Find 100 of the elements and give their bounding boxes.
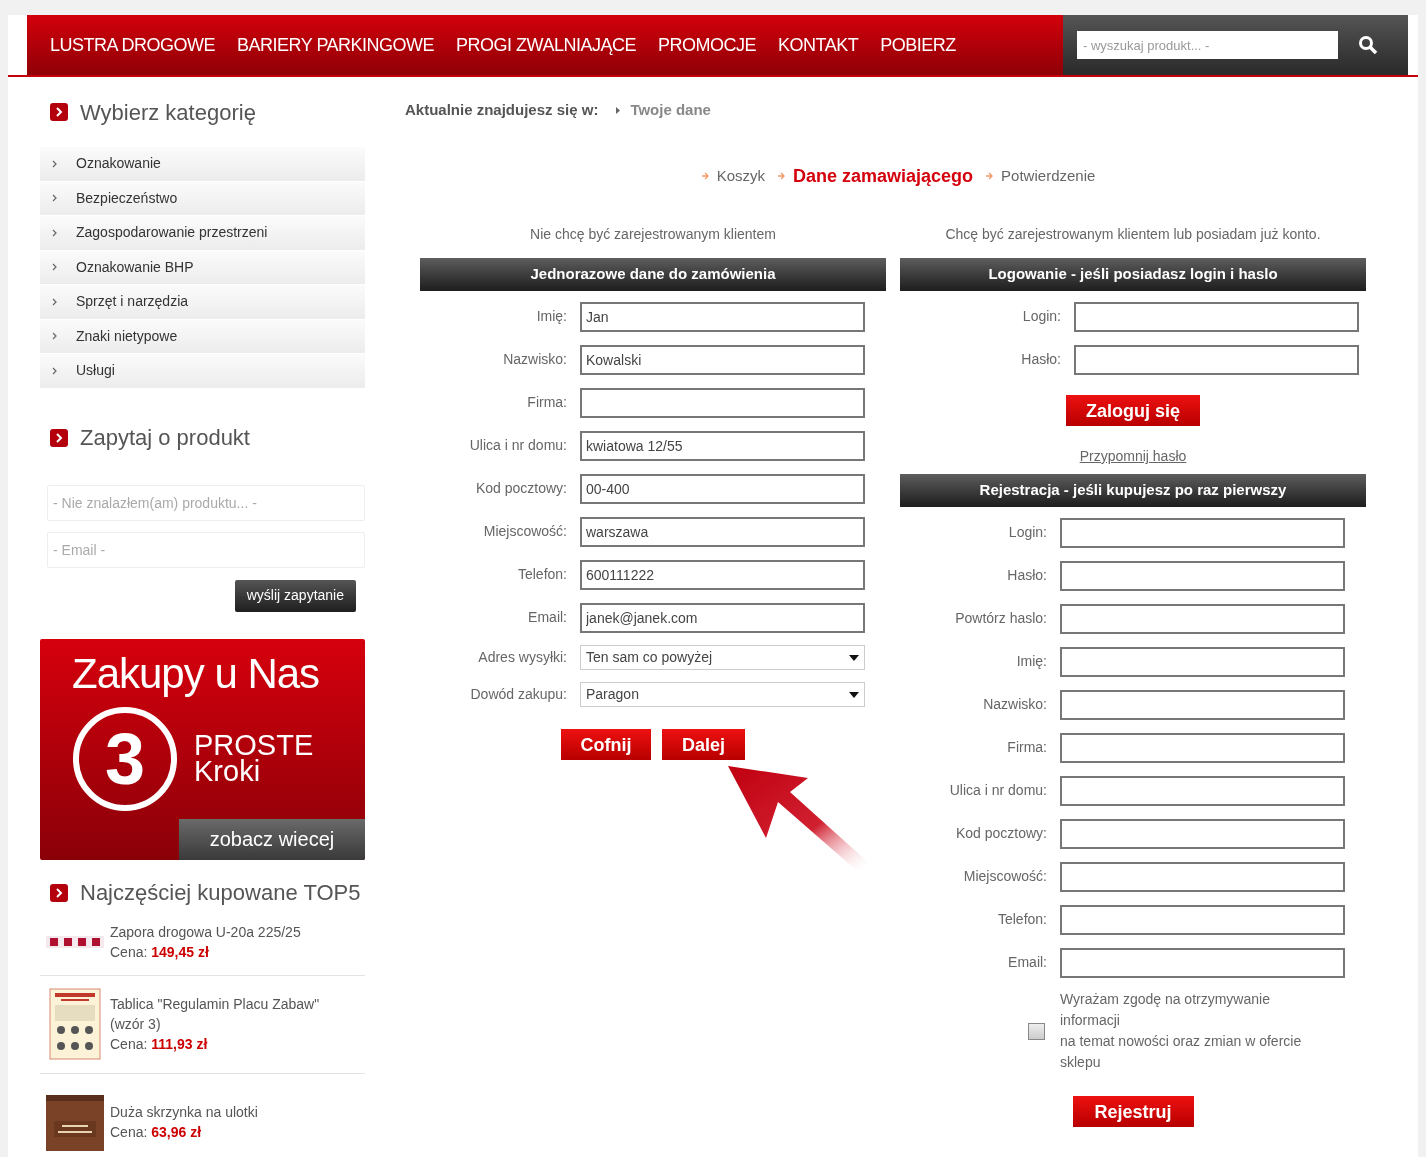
input-field[interactable] bbox=[1060, 904, 1345, 935]
more-button[interactable]: zobacz wiecej bbox=[179, 818, 365, 860]
input-field[interactable] bbox=[1060, 775, 1345, 806]
field-label: Miejscowość: bbox=[482, 522, 568, 541]
category-item[interactable]: Znaki nietypowe bbox=[40, 319, 365, 353]
input-field[interactable]: 00-400 bbox=[580, 473, 865, 504]
input-field[interactable] bbox=[1074, 301, 1359, 332]
input-field[interactable]: warszawa bbox=[580, 516, 865, 547]
option-text: Nie chcę być zarejestrowanym klientem bbox=[530, 225, 776, 244]
field-label: Powtórz haslo: bbox=[954, 609, 1048, 628]
field-label: Email: bbox=[1007, 953, 1048, 972]
input-field[interactable]: 600111222 bbox=[580, 559, 865, 590]
product-price: Cena: 63,96 zł bbox=[110, 1123, 203, 1142]
input-field[interactable]: Jan bbox=[580, 301, 865, 332]
field-label: Ulica i nr domu: bbox=[468, 436, 568, 455]
field-label: Telefon: bbox=[996, 910, 1048, 929]
category-item[interactable]: Zagospodarowanie przestrzeni bbox=[40, 216, 365, 250]
chevron-icon bbox=[52, 194, 57, 203]
field-label: Nazwisko: bbox=[982, 695, 1048, 714]
input-field[interactable] bbox=[1060, 517, 1345, 548]
breadcrumb-label: Aktualnie znajdujesz się w: bbox=[405, 99, 599, 120]
chevron-icon bbox=[616, 106, 621, 114]
promo-banner[interactable]: Zakupy u Nas 3 PROSTE Kroki zobacz wiecej bbox=[40, 638, 365, 860]
category-item[interactable]: Usługi bbox=[40, 354, 365, 388]
step-arrow-icon bbox=[777, 172, 785, 180]
field-label: Kod pocztowy: bbox=[954, 824, 1048, 843]
input-field[interactable] bbox=[1060, 603, 1345, 634]
banner-title: Zakupy u Nas bbox=[72, 652, 320, 695]
arrow-square-icon bbox=[50, 883, 68, 902]
chevron-icon bbox=[52, 366, 57, 375]
search-icon[interactable] bbox=[1358, 35, 1378, 55]
section-header: Logowanie - jeśli posiadasz login i haslo bbox=[900, 258, 1366, 291]
input-field[interactable] bbox=[1060, 861, 1345, 892]
option-text: Chcę być zarejestrowanym klientem lub posiadam już konto. bbox=[945, 225, 1321, 244]
nav-link[interactable]: PROMOCJE bbox=[657, 31, 756, 59]
field-label: Imię: bbox=[535, 307, 568, 326]
nav-link[interactable]: LUSTRA DROGOWE bbox=[50, 31, 216, 59]
action-button[interactable]: Dalej bbox=[662, 729, 745, 760]
chevron-icon bbox=[52, 159, 57, 168]
field-label: Nazwisko: bbox=[502, 350, 568, 369]
action-button[interactable]: Zaloguj się bbox=[1066, 395, 1200, 426]
field-label: Telefon: bbox=[516, 565, 568, 584]
category-item[interactable]: Oznakowanie bbox=[40, 147, 365, 181]
step-number: 3 bbox=[73, 706, 177, 811]
input-field[interactable] bbox=[1060, 689, 1345, 720]
search-field[interactable]: - wyszukaj produkt... - bbox=[1077, 31, 1338, 59]
field-label: Ulica i nr domu: bbox=[948, 781, 1048, 800]
input-field[interactable] bbox=[580, 387, 865, 418]
action-button[interactable]: Cofnij bbox=[561, 729, 651, 760]
input-field[interactable] bbox=[1060, 818, 1345, 849]
product-name[interactable]: Tablica "Regulamin Placu Zabaw" (wzór 3) bbox=[110, 994, 340, 1034]
input-field[interactable]: kwiatowa 12/55 bbox=[580, 430, 865, 461]
remind-password-link[interactable]: Przypomnij hasło bbox=[1079, 446, 1187, 467]
breadcrumb-link[interactable]: Twoje dane bbox=[630, 98, 711, 122]
select-field[interactable]: Paragon bbox=[580, 682, 865, 707]
field-label: Hasło: bbox=[1020, 350, 1062, 369]
nav-link[interactable]: POBIERZ bbox=[880, 31, 956, 59]
sidebar-title: Wybierz kategorię bbox=[80, 98, 256, 127]
section-header: Jednorazowe dane do zamówienia bbox=[420, 258, 886, 291]
action-button[interactable]: Rejestruj bbox=[1072, 1096, 1194, 1127]
nav-link[interactable]: PROGI ZWALNIAJĄCE bbox=[456, 31, 636, 59]
caret-icon bbox=[849, 654, 859, 661]
caret-icon bbox=[849, 691, 859, 698]
nav-link[interactable]: KONTAKT bbox=[777, 31, 859, 59]
step-arrow-icon bbox=[700, 172, 709, 180]
chevron-icon bbox=[52, 263, 57, 272]
product-price: Cena: 111,93 zł bbox=[110, 1035, 209, 1054]
field-label: Hasło: bbox=[1006, 566, 1048, 585]
input-field[interactable] bbox=[1060, 560, 1345, 591]
product-name[interactable]: Duża skrzynka na ulotki bbox=[110, 1102, 340, 1122]
section-header: Rejestracja - jeśli kupujesz po raz pierwszy bbox=[900, 474, 1366, 507]
input-field[interactable] bbox=[1074, 344, 1359, 375]
field-label: Dowód zakupu: bbox=[469, 685, 568, 704]
arrow-square-icon bbox=[50, 428, 68, 447]
send-button[interactable]: wyślij zapytanie bbox=[234, 579, 356, 612]
sidebar-title: Zapytaj o produkt bbox=[80, 424, 250, 452]
field-label: Adres wysyłki: bbox=[477, 648, 568, 667]
checkout-step: Potwierdzenie bbox=[1001, 164, 1096, 188]
sidebar-title: Najczęściej kupowane TOP5 bbox=[80, 879, 361, 907]
chevron-icon bbox=[52, 332, 57, 341]
field-label: Firma: bbox=[526, 393, 568, 412]
product-name[interactable]: Zapora drogowa U-20a 225/25 bbox=[110, 922, 340, 942]
select-field[interactable]: Ten sam co powyżej bbox=[580, 645, 865, 670]
input-field[interactable] bbox=[1060, 646, 1345, 677]
category-item[interactable]: Oznakowanie BHP bbox=[40, 250, 365, 284]
input-field[interactable] bbox=[1060, 732, 1345, 763]
category-item[interactable]: Sprzęt i narzędzia bbox=[40, 285, 365, 319]
category-item[interactable]: Bezpieczeństwo bbox=[40, 181, 365, 215]
field-label: Login: bbox=[1021, 307, 1062, 326]
field-label: Firma: bbox=[1006, 738, 1048, 757]
nav-link[interactable]: BARIERY PARKINGOWE bbox=[237, 31, 435, 59]
chevron-icon bbox=[52, 228, 57, 237]
input-field[interactable]: janek@janek.com bbox=[580, 602, 865, 633]
chevron-icon bbox=[52, 297, 57, 306]
checkbox[interactable] bbox=[1028, 1022, 1045, 1040]
banner-text: PROSTE Kroki bbox=[194, 731, 314, 784]
input-field[interactable]: Kowalski bbox=[580, 344, 865, 375]
field-label: Miejscowość: bbox=[962, 867, 1048, 886]
input-field[interactable] bbox=[1060, 947, 1345, 978]
field-label: Imię: bbox=[1015, 652, 1048, 671]
